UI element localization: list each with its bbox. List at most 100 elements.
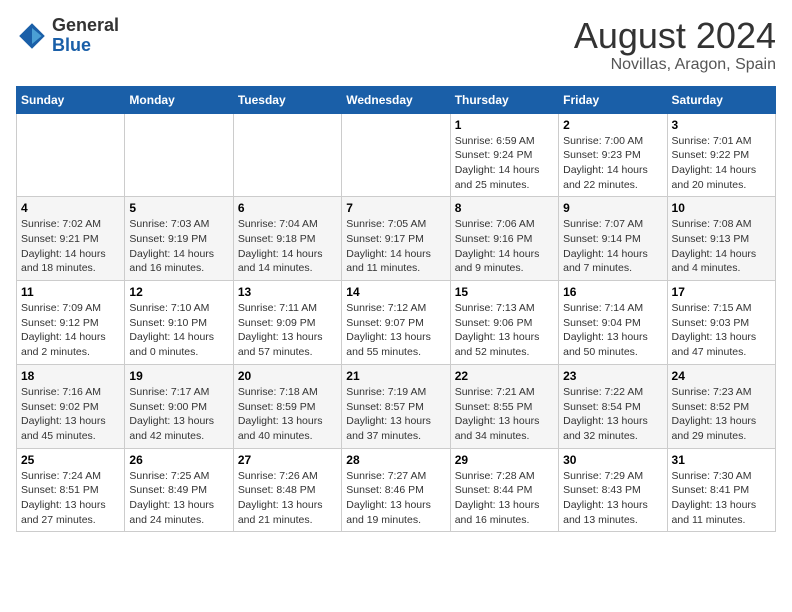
- calendar-cell: 18 Sunrise: 7:16 AM Sunset: 9:02 PM Dayli…: [17, 364, 125, 448]
- day-info: Sunrise: 7:03 AM Sunset: 9:19 PM Dayligh…: [129, 217, 228, 276]
- day-number: 15: [455, 285, 554, 299]
- day-info: Sunrise: 7:19 AM Sunset: 8:57 PM Dayligh…: [346, 385, 445, 444]
- day-number: 19: [129, 369, 228, 383]
- day-info: Sunrise: 7:06 AM Sunset: 9:16 PM Dayligh…: [455, 217, 554, 276]
- day-info: Sunrise: 7:12 AM Sunset: 9:07 PM Dayligh…: [346, 301, 445, 360]
- page-subtitle: Novillas, Aragon, Spain: [574, 56, 776, 74]
- day-number: 22: [455, 369, 554, 383]
- day-number: 17: [672, 285, 771, 299]
- calendar-cell: 13Sunrise: 7:11 AM Sunset: 9:09 PM Dayli…: [233, 281, 341, 365]
- day-number: 10: [672, 201, 771, 215]
- day-number: 1: [455, 118, 554, 132]
- calendar-cell: 30 Sunrise: 7:29 AM Sunset: 8:43 PM Dayli…: [559, 448, 667, 532]
- weekday-header-tuesday: Tuesday: [233, 86, 341, 113]
- calendar-cell: 4Sunrise: 7:02 AM Sunset: 9:21 PM Daylig…: [17, 197, 125, 281]
- day-number: 30: [563, 453, 662, 467]
- calendar-cell: 2Sunrise: 7:00 AM Sunset: 9:23 PM Daylig…: [559, 113, 667, 197]
- day-number: 16: [563, 285, 662, 299]
- calendar-cell: 17 Sunrise: 7:15 AM Sunset: 9:03 PM Dayli…: [667, 281, 775, 365]
- calendar-cell: 9Sunrise: 7:07 AM Sunset: 9:14 PM Daylig…: [559, 197, 667, 281]
- day-info: Sunrise: 7:00 AM Sunset: 9:23 PM Dayligh…: [563, 134, 662, 193]
- calendar-cell: 21Sunrise: 7:19 AM Sunset: 8:57 PM Dayli…: [342, 364, 450, 448]
- day-info: Sunrise: 7:17 AM Sunset: 9:00 PM Dayligh…: [129, 385, 228, 444]
- day-number: 27: [238, 453, 337, 467]
- day-number: 26: [129, 453, 228, 467]
- calendar-cell: 6 Sunrise: 7:04 AM Sunset: 9:18 PM Daylig…: [233, 197, 341, 281]
- day-info: Sunrise: 7:18 AM Sunset: 8:59 PM Dayligh…: [238, 385, 337, 444]
- calendar-cell: 29 Sunrise: 7:28 AM Sunset: 8:44 PM Dayli…: [450, 448, 558, 532]
- calendar-cell: 24 Sunrise: 7:23 AM Sunset: 8:52 PM Dayli…: [667, 364, 775, 448]
- calendar-cell: 27 Sunrise: 7:26 AM Sunset: 8:48 PM Dayli…: [233, 448, 341, 532]
- day-number: 5: [129, 201, 228, 215]
- day-info: Sunrise: 7:28 AM Sunset: 8:44 PM Dayligh…: [455, 469, 554, 528]
- calendar-cell: 14 Sunrise: 7:12 AM Sunset: 9:07 PM Dayli…: [342, 281, 450, 365]
- calendar-cell: 22Sunrise: 7:21 AM Sunset: 8:55 PM Dayli…: [450, 364, 558, 448]
- day-info: Sunrise: 7:25 AM Sunset: 8:49 PM Dayligh…: [129, 469, 228, 528]
- weekday-header-monday: Monday: [125, 86, 233, 113]
- day-number: 3: [672, 118, 771, 132]
- day-number: 25: [21, 453, 120, 467]
- day-info: Sunrise: 7:27 AM Sunset: 8:46 PM Dayligh…: [346, 469, 445, 528]
- page-header: General Blue August 2024 Novillas, Arago…: [16, 16, 776, 74]
- calendar-cell: [125, 113, 233, 197]
- page-title: August 2024: [574, 16, 776, 56]
- day-info: Sunrise: 7:22 AM Sunset: 8:54 PM Dayligh…: [563, 385, 662, 444]
- logo-text: General Blue: [52, 16, 119, 56]
- calendar-cell: 19 Sunrise: 7:17 AM Sunset: 9:00 PM Dayli…: [125, 364, 233, 448]
- day-number: 31: [672, 453, 771, 467]
- logo: General Blue: [16, 16, 119, 56]
- day-info: Sunrise: 7:15 AM Sunset: 9:03 PM Dayligh…: [672, 301, 771, 360]
- calendar-cell: 28Sunrise: 7:27 AM Sunset: 8:46 PM Dayli…: [342, 448, 450, 532]
- calendar-cell: 8 Sunrise: 7:06 AM Sunset: 9:16 PM Daylig…: [450, 197, 558, 281]
- logo-general-text: General: [52, 16, 119, 36]
- calendar-cell: 1 Sunrise: 6:59 AM Sunset: 9:24 PM Daylig…: [450, 113, 558, 197]
- calendar-cell: [17, 113, 125, 197]
- calendar-cell: 25 Sunrise: 7:24 AM Sunset: 8:51 PM Dayli…: [17, 448, 125, 532]
- day-info: Sunrise: 7:08 AM Sunset: 9:13 PM Dayligh…: [672, 217, 771, 276]
- day-number: 8: [455, 201, 554, 215]
- day-info: Sunrise: 7:26 AM Sunset: 8:48 PM Dayligh…: [238, 469, 337, 528]
- calendar-week-3: 11Sunrise: 7:09 AM Sunset: 9:12 PM Dayli…: [17, 281, 776, 365]
- day-number: 29: [455, 453, 554, 467]
- day-number: 18: [21, 369, 120, 383]
- title-block: August 2024 Novillas, Aragon, Spain: [574, 16, 776, 74]
- calendar-cell: 11Sunrise: 7:09 AM Sunset: 9:12 PM Dayli…: [17, 281, 125, 365]
- day-number: 13: [238, 285, 337, 299]
- day-info: Sunrise: 7:14 AM Sunset: 9:04 PM Dayligh…: [563, 301, 662, 360]
- day-info: Sunrise: 7:24 AM Sunset: 8:51 PM Dayligh…: [21, 469, 120, 528]
- calendar-cell: 7Sunrise: 7:05 AM Sunset: 9:17 PM Daylig…: [342, 197, 450, 281]
- day-info: Sunrise: 7:23 AM Sunset: 8:52 PM Dayligh…: [672, 385, 771, 444]
- day-number: 9: [563, 201, 662, 215]
- calendar-cell: 16 Sunrise: 7:14 AM Sunset: 9:04 PM Dayli…: [559, 281, 667, 365]
- calendar-cell: 23Sunrise: 7:22 AM Sunset: 8:54 PM Dayli…: [559, 364, 667, 448]
- calendar-table: SundayMondayTuesdayWednesdayThursdayFrid…: [16, 86, 776, 533]
- day-number: 20: [238, 369, 337, 383]
- day-info: Sunrise: 7:30 AM Sunset: 8:41 PM Dayligh…: [672, 469, 771, 528]
- day-info: Sunrise: 6:59 AM Sunset: 9:24 PM Dayligh…: [455, 134, 554, 193]
- weekday-header-wednesday: Wednesday: [342, 86, 450, 113]
- calendar-cell: 31 Sunrise: 7:30 AM Sunset: 8:41 PM Dayli…: [667, 448, 775, 532]
- calendar-week-5: 25 Sunrise: 7:24 AM Sunset: 8:51 PM Dayli…: [17, 448, 776, 532]
- calendar-week-4: 18 Sunrise: 7:16 AM Sunset: 9:02 PM Dayli…: [17, 364, 776, 448]
- day-number: 6: [238, 201, 337, 215]
- day-info: Sunrise: 7:04 AM Sunset: 9:18 PM Dayligh…: [238, 217, 337, 276]
- calendar-cell: 10 Sunrise: 7:08 AM Sunset: 9:13 PM Dayli…: [667, 197, 775, 281]
- day-number: 14: [346, 285, 445, 299]
- calendar-header-row: SundayMondayTuesdayWednesdayThursdayFrid…: [17, 86, 776, 113]
- calendar-cell: 20 Sunrise: 7:18 AM Sunset: 8:59 PM Dayli…: [233, 364, 341, 448]
- calendar-week-1: 1 Sunrise: 6:59 AM Sunset: 9:24 PM Daylig…: [17, 113, 776, 197]
- day-info: Sunrise: 7:10 AM Sunset: 9:10 PM Dayligh…: [129, 301, 228, 360]
- day-number: 24: [672, 369, 771, 383]
- day-info: Sunrise: 7:16 AM Sunset: 9:02 PM Dayligh…: [21, 385, 120, 444]
- day-number: 7: [346, 201, 445, 215]
- day-info: Sunrise: 7:13 AM Sunset: 9:06 PM Dayligh…: [455, 301, 554, 360]
- calendar-cell: 12 Sunrise: 7:10 AM Sunset: 9:10 PM Dayli…: [125, 281, 233, 365]
- calendar-cell: 3Sunrise: 7:01 AM Sunset: 9:22 PM Daylig…: [667, 113, 775, 197]
- day-info: Sunrise: 7:29 AM Sunset: 8:43 PM Dayligh…: [563, 469, 662, 528]
- day-number: 11: [21, 285, 120, 299]
- calendar-week-2: 4Sunrise: 7:02 AM Sunset: 9:21 PM Daylig…: [17, 197, 776, 281]
- day-number: 12: [129, 285, 228, 299]
- logo-icon: [16, 20, 48, 52]
- calendar-cell: 15 Sunrise: 7:13 AM Sunset: 9:06 PM Dayli…: [450, 281, 558, 365]
- weekday-header-thursday: Thursday: [450, 86, 558, 113]
